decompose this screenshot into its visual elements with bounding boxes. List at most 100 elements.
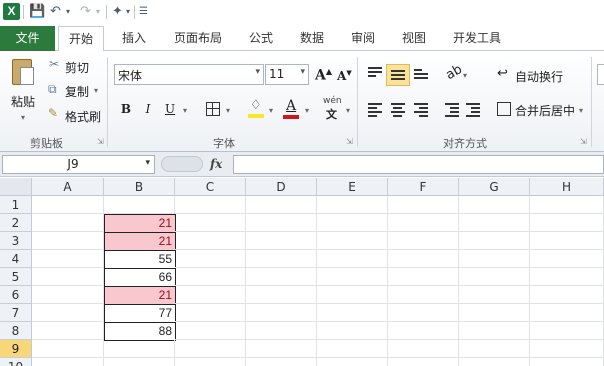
fill-dropdown-icon[interactable]: ▾ <box>269 106 273 115</box>
undo-dropdown-icon[interactable]: ▾ <box>66 4 70 20</box>
cell[interactable] <box>104 358 175 366</box>
orientation-button[interactable]: ab <box>443 62 465 83</box>
cell[interactable] <box>530 358 604 366</box>
cell[interactable] <box>530 214 604 232</box>
cell[interactable] <box>317 214 388 232</box>
font-launcher-icon[interactable]: ⇲ <box>346 137 353 146</box>
cell[interactable] <box>175 304 246 322</box>
tab-insert[interactable]: 插入 <box>122 26 146 51</box>
cell[interactable] <box>317 268 388 286</box>
tab-data[interactable]: 数据 <box>300 26 324 51</box>
tab-developer[interactable]: 开发工具 <box>453 26 501 51</box>
cell[interactable] <box>32 268 104 286</box>
align-bottom-button[interactable] <box>414 69 428 81</box>
cell-b5[interactable]: 66 <box>104 268 176 287</box>
cell[interactable] <box>530 286 604 304</box>
grow-font-button[interactable]: A▲ <box>315 66 332 84</box>
paste-button[interactable]: 粘贴 ▾ <box>6 57 42 127</box>
borders-button[interactable] <box>206 102 220 116</box>
bold-button[interactable]: B <box>118 100 134 118</box>
cell[interactable] <box>317 340 388 358</box>
name-box[interactable]: J9 ▾ <box>2 155 155 174</box>
cell[interactable] <box>32 196 104 214</box>
cell[interactable] <box>459 268 530 286</box>
cell-b3[interactable]: 21 <box>104 232 176 251</box>
cell[interactable] <box>388 196 459 214</box>
cell[interactable] <box>175 286 246 304</box>
cell[interactable] <box>459 214 530 232</box>
cell[interactable] <box>32 340 104 358</box>
cell[interactable] <box>388 304 459 322</box>
align-middle-button[interactable] <box>386 64 410 86</box>
cell[interactable] <box>246 286 317 304</box>
cell[interactable] <box>104 340 175 358</box>
tools-icon[interactable]: ✦ <box>112 4 123 20</box>
cell[interactable] <box>317 322 388 340</box>
cell[interactable] <box>246 250 317 268</box>
cell[interactable] <box>317 232 388 250</box>
clipboard-launcher-icon[interactable]: ⇲ <box>97 137 104 146</box>
copy-dropdown-icon[interactable]: ▾ <box>94 86 98 95</box>
tab-page-layout[interactable]: 页面布局 <box>174 26 222 51</box>
column-header-e[interactable]: E <box>317 178 388 196</box>
cell[interactable] <box>388 268 459 286</box>
cell[interactable] <box>175 214 246 232</box>
column-header-d[interactable]: D <box>246 178 317 196</box>
row-header[interactable]: 3 <box>0 232 32 250</box>
font-color-dropdown-icon[interactable]: ▾ <box>305 106 309 115</box>
cell[interactable] <box>175 232 246 250</box>
cell[interactable] <box>32 358 104 366</box>
font-size-select[interactable]: 11 ▾ <box>265 64 309 85</box>
cell[interactable] <box>459 322 530 340</box>
column-header-c[interactable]: C <box>175 178 246 196</box>
phonetic-dropdown-icon[interactable]: ▾ <box>346 106 350 115</box>
insert-function-button[interactable]: fx <box>210 157 222 171</box>
cell[interactable] <box>459 286 530 304</box>
phonetic-button[interactable]: wén <box>323 96 342 106</box>
align-center-button[interactable] <box>391 103 405 119</box>
cell[interactable] <box>175 268 246 286</box>
cell[interactable] <box>388 358 459 366</box>
cell[interactable] <box>246 232 317 250</box>
column-header-h[interactable]: H <box>530 178 604 196</box>
cell[interactable] <box>459 358 530 366</box>
customize-icon[interactable]: ☰ <box>139 4 148 20</box>
undo-icon[interactable]: ↶ <box>50 4 61 20</box>
row-header[interactable]: 2 <box>0 214 32 232</box>
cell[interactable] <box>175 340 246 358</box>
cell[interactable] <box>246 322 317 340</box>
italic-button[interactable]: I <box>140 100 156 118</box>
cell[interactable] <box>32 304 104 322</box>
cut-button[interactable]: 剪切 <box>65 59 89 76</box>
cell[interactable] <box>530 304 604 322</box>
cell[interactable] <box>459 250 530 268</box>
align-right-button[interactable] <box>414 103 428 119</box>
align-top-button[interactable] <box>368 67 382 79</box>
formula-bar-handle[interactable] <box>161 156 203 172</box>
decrease-indent-button[interactable] <box>445 103 459 119</box>
row-header[interactable]: 9 <box>0 340 32 358</box>
select-all-button[interactable] <box>0 178 32 196</box>
cell[interactable] <box>530 232 604 250</box>
row-header[interactable]: 10 <box>0 358 32 366</box>
cell[interactable] <box>317 304 388 322</box>
cell[interactable] <box>317 196 388 214</box>
column-header-a[interactable]: A <box>32 178 104 196</box>
tab-home[interactable]: 开始 <box>58 26 105 52</box>
merge-dropdown-icon[interactable]: ▾ <box>579 106 583 115</box>
column-header-f[interactable]: F <box>388 178 459 196</box>
row-header[interactable]: 5 <box>0 268 32 286</box>
font-name-select[interactable]: 宋体 ▾ <box>114 64 264 85</box>
row-header[interactable]: 1 <box>0 196 32 214</box>
cell[interactable] <box>459 304 530 322</box>
cell[interactable] <box>388 232 459 250</box>
cell[interactable] <box>459 340 530 358</box>
excel-app-icon[interactable]: X <box>3 3 20 20</box>
row-header[interactable]: 7 <box>0 304 32 322</box>
tab-view[interactable]: 视图 <box>402 26 426 51</box>
cell[interactable] <box>175 322 246 340</box>
redo-icon[interactable]: ↷ <box>80 4 91 20</box>
cell-b4[interactable]: 55 <box>104 250 176 269</box>
cell[interactable] <box>246 358 317 366</box>
shrink-font-button[interactable]: A▼ <box>337 68 352 83</box>
